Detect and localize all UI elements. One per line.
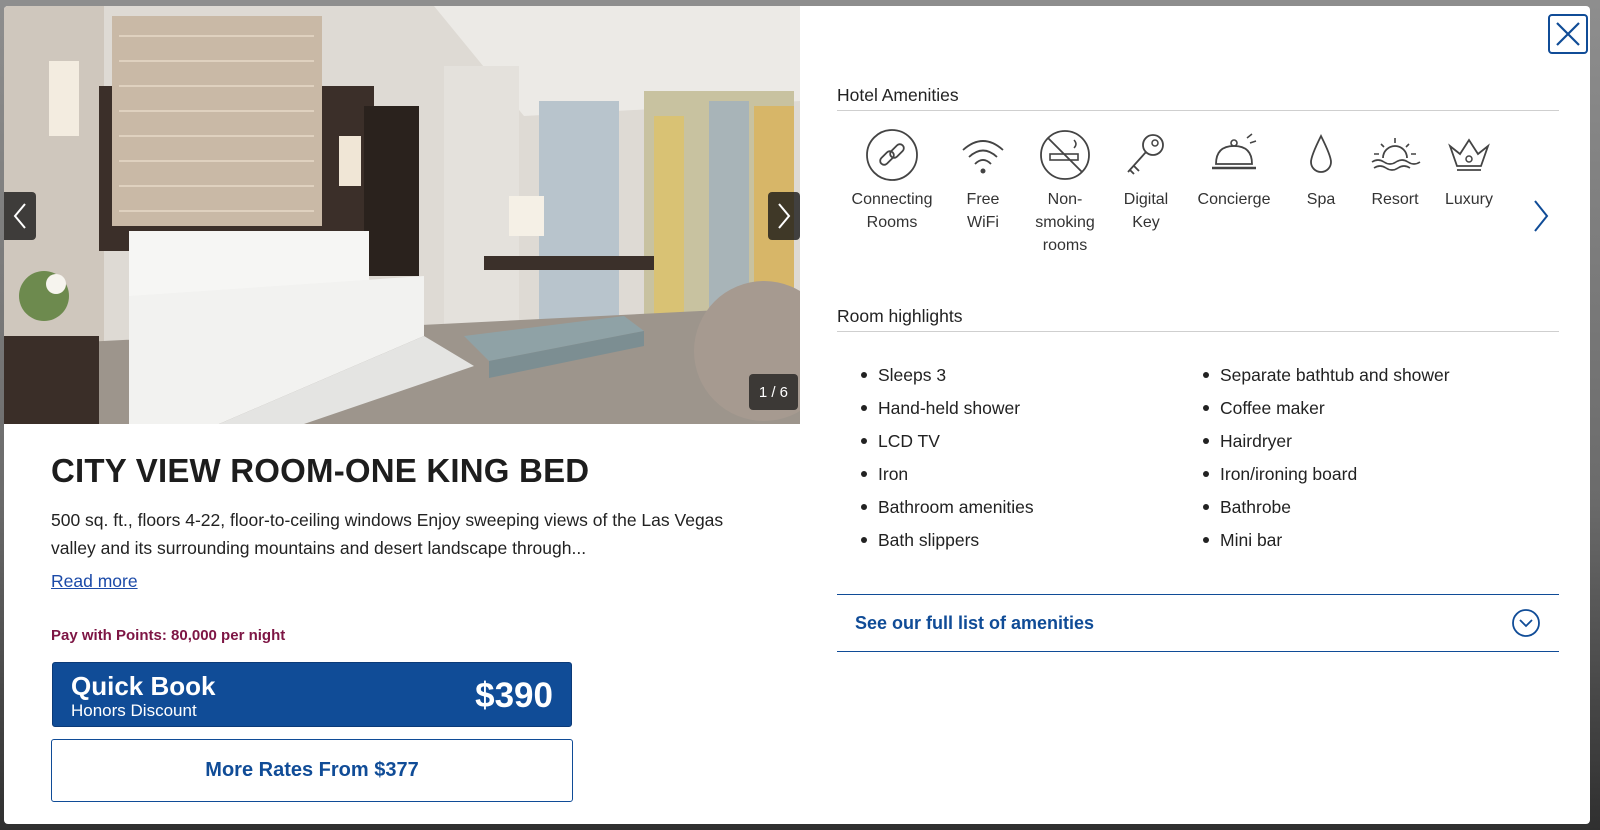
- room-photo: [4, 6, 800, 424]
- list-item: Bathroom amenities: [855, 494, 1197, 527]
- amenities-next-button[interactable]: [1529, 196, 1553, 236]
- list-item: LCD TV: [855, 428, 1197, 461]
- amenity-spa[interactable]: Spa: [1277, 128, 1365, 268]
- chevron-right-icon: [778, 203, 791, 229]
- list-item: Separate bathtub and shower: [1197, 362, 1539, 395]
- room-highlights-heading: Room highlights: [837, 306, 1559, 332]
- amenity-label: Connecting Rooms: [851, 191, 933, 231]
- quick-book-button[interactable]: Quick Book Honors Discount $390: [52, 662, 572, 727]
- quick-book-rate-name: Honors Discount: [71, 701, 197, 720]
- amenity-label: Digital Key: [1123, 191, 1169, 231]
- chevron-left-icon: [13, 203, 26, 229]
- list-item: Sleeps 3: [855, 362, 1197, 395]
- list-item: Coffee maker: [1197, 395, 1539, 428]
- room-highlights-list: Sleeps 3 Hand-held shower LCD TV Iron Ba…: [855, 362, 1555, 560]
- amenity-concierge[interactable]: Concierge: [1191, 128, 1277, 268]
- amenity-resort[interactable]: Resort: [1365, 128, 1425, 268]
- bell-icon: [1212, 133, 1257, 170]
- amenity-digital-key[interactable]: Digital Key: [1101, 128, 1191, 268]
- list-item: Iron: [855, 461, 1197, 494]
- amenity-non-smoking[interactable]: Non- smoking rooms: [1029, 128, 1101, 268]
- room-title: CITY VIEW ROOM-ONE KING BED: [51, 452, 590, 489]
- chevron-right-icon: [1534, 200, 1549, 232]
- list-item: Bathrobe: [1197, 494, 1539, 527]
- no-smoking-icon: [1040, 130, 1090, 180]
- link-icon: [866, 129, 918, 181]
- room-details-modal: 1 / 6 CITY VIEW ROOM-ONE KING BED 500 sq…: [4, 6, 1590, 824]
- chevron-down-circle-icon: [1512, 609, 1540, 637]
- highlights-column-2: Separate bathtub and shower Coffee maker…: [1197, 362, 1539, 560]
- list-item: Hairdryer: [1197, 428, 1539, 461]
- quick-book-title: Quick Book: [71, 671, 216, 701]
- gallery-prev-button[interactable]: [4, 192, 36, 240]
- amenity-free-wifi[interactable]: Free WiFi: [937, 128, 1029, 268]
- gallery-next-button[interactable]: [768, 192, 800, 240]
- close-icon: [1556, 22, 1580, 46]
- room-description: 500 sq. ft., floors 4-22, floor-to-ceili…: [51, 510, 724, 558]
- amenity-label: Spa: [1306, 191, 1336, 208]
- amenity-luxury[interactable]: Luxury: [1425, 128, 1513, 268]
- drop-icon: [1310, 133, 1332, 173]
- wifi-icon: [962, 140, 1004, 174]
- list-item: Iron/ironing board: [1197, 461, 1539, 494]
- points-price: Pay with Points: 80,000 per night: [51, 627, 286, 644]
- amenities-carousel: Connecting Rooms Free WiFi Non- smoking …: [847, 128, 1527, 268]
- amenity-label: Non- smoking rooms: [1035, 191, 1095, 254]
- full-amenities-toggle[interactable]: See our full list of amenities: [837, 594, 1559, 652]
- close-button[interactable]: [1548, 14, 1588, 54]
- more-rates-button[interactable]: More Rates From $377: [51, 739, 573, 802]
- list-item: Hand-held shower: [855, 395, 1197, 428]
- room-photo-gallery: 1 / 6: [4, 6, 800, 424]
- amenity-label: Free WiFi: [966, 191, 1000, 231]
- photo-counter: 1 / 6: [748, 374, 798, 410]
- amenity-label: Resort: [1371, 191, 1419, 208]
- crown-icon: [1448, 138, 1490, 171]
- list-item: Bath slippers: [855, 527, 1197, 560]
- quick-book-price: $390: [475, 676, 553, 715]
- amenity-label: Concierge: [1197, 191, 1271, 208]
- full-amenities-label: See our full list of amenities: [855, 612, 1095, 633]
- key-icon: [1127, 134, 1164, 175]
- amenity-label: Luxury: [1444, 191, 1494, 208]
- read-more-link[interactable]: Read more: [51, 571, 138, 592]
- sunset-icon: [1371, 138, 1421, 171]
- hotel-amenities-heading: Hotel Amenities: [837, 85, 1559, 111]
- amenity-connecting-rooms[interactable]: Connecting Rooms: [847, 128, 937, 268]
- highlights-column-1: Sleeps 3 Hand-held shower LCD TV Iron Ba…: [855, 362, 1197, 560]
- list-item: Mini bar: [1197, 527, 1539, 560]
